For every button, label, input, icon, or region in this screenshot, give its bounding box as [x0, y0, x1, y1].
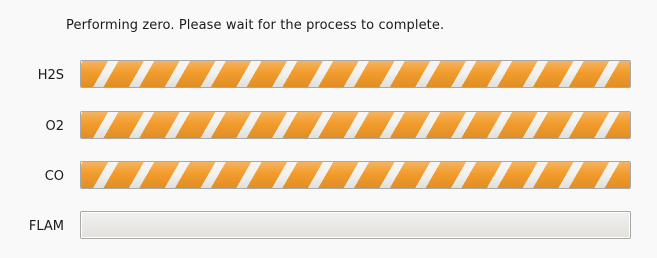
sensor-label: FLAM	[28, 219, 64, 234]
sensor-label: CO	[44, 169, 64, 184]
progress-fill	[81, 61, 630, 87]
progress-fill	[81, 162, 630, 188]
progress-fill	[81, 112, 630, 138]
sensor-label: H2S	[37, 68, 64, 83]
sensor-label: O2	[45, 119, 64, 134]
progress-bar	[80, 111, 631, 139]
sensor-row-o2: O2	[0, 111, 657, 143]
sensor-row-h2s: H2S	[0, 60, 657, 92]
progress-bar	[80, 60, 631, 88]
status-message: Performing zero. Please wait for the pro…	[66, 18, 445, 33]
zero-progress-panel: Performing zero. Please wait for the pro…	[0, 0, 657, 258]
progress-bar	[80, 161, 631, 189]
progress-bar	[80, 211, 631, 239]
sensor-row-flam: FLAM	[0, 211, 657, 243]
sensor-row-co: CO	[0, 161, 657, 193]
